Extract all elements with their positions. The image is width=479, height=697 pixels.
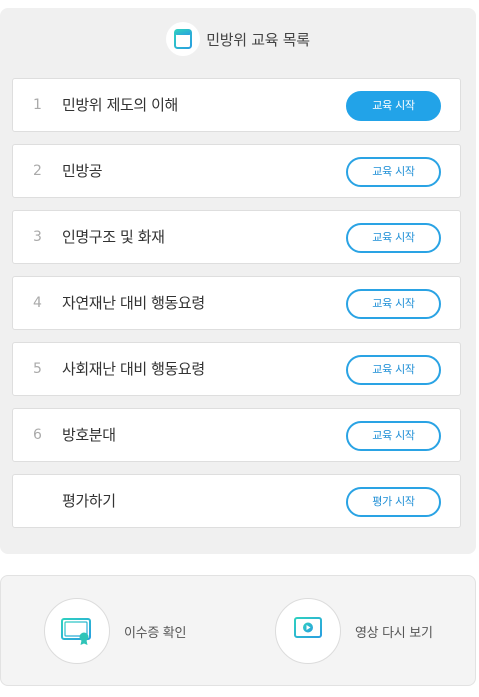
course-number: 5	[33, 361, 42, 377]
evaluation-title: 평가하기	[62, 492, 116, 510]
course-number: 4	[33, 295, 42, 311]
education-list-panel: 민방위 교육 목록 1 민방위 제도의 이해 교육 시작 2 민방공 교육 시작…	[0, 8, 476, 554]
course-title: 자연재난 대비 행동요령	[62, 294, 205, 312]
course-row-2: 2 민방공 교육 시작	[12, 144, 461, 198]
course-row-5: 5 사회재난 대비 행동요령 교육 시작	[12, 342, 461, 396]
certificate-icon	[44, 598, 110, 664]
replay-label: 영상 다시 보기	[355, 625, 433, 641]
document-list-icon	[166, 22, 201, 56]
certificate-label: 이수증 확인	[124, 625, 187, 641]
start-course-3-button[interactable]: 교육 시작	[346, 223, 441, 253]
course-title: 민방공	[62, 162, 103, 180]
course-row-1: 1 민방위 제도의 이해 교육 시작	[12, 78, 461, 132]
course-title: 사회재난 대비 행동요령	[62, 360, 205, 378]
bottom-actions-panel: 이수증 확인 영상 다시 보기	[0, 575, 476, 686]
course-row-6: 6 방호분대 교육 시작	[12, 408, 461, 462]
start-course-5-button[interactable]: 교육 시작	[346, 355, 441, 385]
course-title: 민방위 제도의 이해	[62, 96, 178, 114]
panel-header: 민방위 교육 목록	[0, 8, 476, 70]
panel-title: 민방위 교육 목록	[206, 30, 310, 49]
start-course-4-button[interactable]: 교육 시작	[346, 289, 441, 319]
course-title: 인명구조 및 화재	[62, 228, 165, 246]
course-number: 2	[33, 163, 42, 179]
start-evaluation-button[interactable]: 평가 시작	[346, 487, 441, 517]
start-course-2-button[interactable]: 교육 시작	[346, 157, 441, 187]
certificate-check-button[interactable]: 이수증 확인	[44, 598, 186, 664]
course-number: 1	[33, 97, 42, 113]
course-number: 6	[33, 427, 42, 443]
course-row-3: 3 인명구조 및 화재 교육 시작	[12, 210, 461, 264]
course-title: 방호분대	[62, 426, 116, 444]
start-course-6-button[interactable]: 교육 시작	[346, 421, 441, 451]
monitor-play-icon	[275, 598, 341, 664]
course-number: 3	[33, 229, 42, 245]
evaluation-row: 평가하기 평가 시작	[12, 474, 461, 528]
replay-video-button[interactable]: 영상 다시 보기	[275, 598, 433, 664]
start-course-1-button[interactable]: 교육 시작	[346, 91, 441, 121]
course-row-4: 4 자연재난 대비 행동요령 교육 시작	[12, 276, 461, 330]
